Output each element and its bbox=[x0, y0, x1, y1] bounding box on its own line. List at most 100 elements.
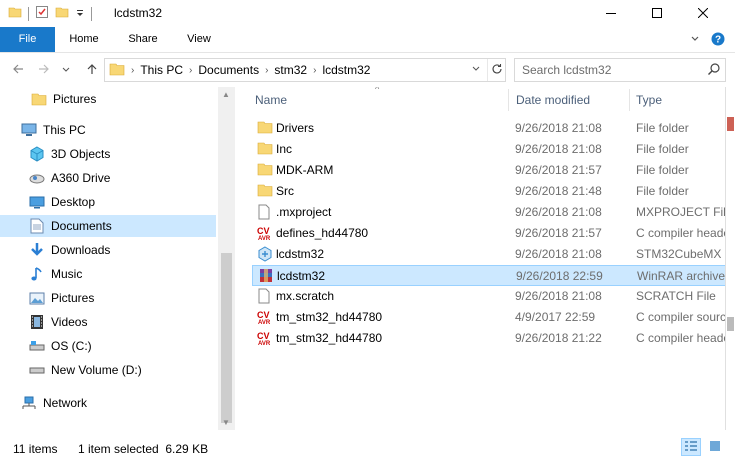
title-bar: lcdstm32 bbox=[0, 0, 735, 27]
forward-button[interactable] bbox=[36, 62, 52, 78]
column-divider[interactable] bbox=[508, 89, 509, 111]
file-date: 9/26/2018 21:08 bbox=[515, 121, 602, 135]
file-name: lcdstm32 bbox=[276, 247, 325, 261]
search-input[interactable] bbox=[515, 59, 705, 81]
file-date: 9/26/2018 21:57 bbox=[515, 226, 602, 240]
nav-item-network[interactable]: Network bbox=[0, 392, 216, 414]
details-view-button[interactable] bbox=[681, 438, 701, 456]
item-count: 11 items bbox=[13, 442, 58, 456]
nav-item-label: OS (C:) bbox=[51, 339, 92, 353]
drive-icon bbox=[29, 362, 45, 378]
column-header-name[interactable]: Name bbox=[255, 87, 287, 113]
file-row-mxproject[interactable]: .mxproject 9/26/2018 21:08 MXPROJECT Fil… bbox=[252, 202, 725, 223]
nav-item-documents[interactable]: Documents bbox=[0, 215, 216, 237]
search-box[interactable] bbox=[514, 58, 726, 82]
nav-pane-scrollbar[interactable]: ▲ ▼ bbox=[218, 87, 235, 430]
file-type: STM32CubeMX bbox=[636, 247, 722, 261]
nav-item-desktop[interactable]: Desktop bbox=[0, 191, 216, 213]
nav-item-pictures-quick[interactable]: Pictures bbox=[0, 88, 216, 110]
file-name: defines_hd44780 bbox=[276, 226, 369, 240]
chevron-right-icon[interactable]: › bbox=[131, 65, 134, 76]
breadcrumb-lcdstm32[interactable]: lcdstm32 bbox=[322, 63, 370, 77]
file-row-lcdstm32-ioc[interactable]: lcdstm32 9/26/2018 21:08 STM32CubeMX bbox=[252, 244, 725, 265]
nav-item-new-volume-d[interactable]: New Volume (D:) bbox=[0, 359, 216, 381]
column-divider[interactable] bbox=[629, 89, 630, 111]
expand-ribbon-button[interactable] bbox=[690, 33, 700, 47]
svg-text:AVR: AVR bbox=[258, 341, 271, 346]
folder-icon bbox=[31, 91, 47, 107]
nav-item-label: New Volume (D:) bbox=[51, 363, 142, 377]
address-bar[interactable]: › This PC › Documents › stm32 › lcdstm32 bbox=[104, 58, 506, 82]
nav-item-label: Videos bbox=[51, 315, 88, 329]
c-header-icon: CV AVR bbox=[257, 330, 273, 347]
file-row-tm-stm32-hd44780-h[interactable]: CV AVR tm_stm32_hd44780 9/26/2018 21:22 C… bbox=[252, 328, 725, 349]
file-row-mdk-arm[interactable]: MDK-ARM 9/26/2018 21:57 File folder bbox=[252, 160, 725, 181]
file-type: C compiler header bbox=[636, 226, 725, 240]
back-button[interactable] bbox=[10, 62, 26, 78]
scroll-down-icon[interactable]: ▼ bbox=[222, 418, 230, 427]
search-icon[interactable] bbox=[707, 62, 721, 79]
computer-icon bbox=[21, 122, 37, 138]
maximize-button[interactable] bbox=[634, 0, 680, 27]
new-folder-icon[interactable] bbox=[55, 5, 69, 22]
address-dropdown-button[interactable] bbox=[467, 59, 485, 81]
scroll-up-icon[interactable]: ▲ bbox=[222, 90, 230, 99]
up-button[interactable] bbox=[84, 62, 100, 78]
file-row-src[interactable]: Src 9/26/2018 21:48 File folder bbox=[252, 181, 725, 202]
properties-icon[interactable] bbox=[35, 5, 49, 22]
file-row-inc[interactable]: Inc 9/26/2018 21:08 File folder bbox=[252, 139, 725, 160]
nav-item-this-pc[interactable]: This PC bbox=[0, 119, 216, 141]
large-icons-view-button[interactable] bbox=[705, 438, 725, 456]
svg-text:AVR: AVR bbox=[258, 320, 271, 325]
nav-item-videos[interactable]: Videos bbox=[0, 311, 216, 333]
close-button[interactable] bbox=[680, 0, 726, 27]
chevron-right-icon[interactable]: › bbox=[189, 65, 192, 76]
file-name: Drivers bbox=[276, 121, 314, 135]
file-row-drivers[interactable]: Drivers 9/26/2018 21:08 File folder bbox=[252, 118, 725, 139]
blank-file-icon bbox=[257, 288, 273, 304]
tab-view[interactable]: View bbox=[173, 27, 225, 52]
breadcrumb: › This PC › Documents › stm32 › lcdstm32 bbox=[109, 59, 370, 81]
minimize-button[interactable] bbox=[588, 0, 634, 27]
nav-item-a360-drive[interactable]: A360 Drive bbox=[0, 167, 216, 189]
breadcrumb-documents[interactable]: Documents bbox=[198, 63, 259, 77]
nav-item-music[interactable]: Music bbox=[0, 263, 216, 285]
file-row-lcdstm32-rar[interactable]: lcdstm32 9/26/2018 22:59 WinRAR archive bbox=[252, 265, 725, 286]
nav-item-pictures[interactable]: Pictures bbox=[0, 287, 216, 309]
nav-item-label: Desktop bbox=[51, 195, 96, 209]
nav-item-3d-objects[interactable]: 3D Objects bbox=[0, 143, 216, 165]
downloads-icon bbox=[29, 242, 45, 258]
column-header-date[interactable]: Date modified bbox=[516, 87, 590, 113]
customize-toolbar-icon[interactable] bbox=[75, 7, 85, 21]
nav-item-label: A360 Drive bbox=[51, 171, 111, 185]
tab-file[interactable]: File bbox=[0, 27, 55, 52]
tab-home[interactable]: Home bbox=[55, 27, 113, 52]
file-date: 9/26/2018 21:22 bbox=[515, 331, 602, 345]
nav-item-downloads[interactable]: Downloads bbox=[0, 239, 216, 261]
file-row-defines-hd44780[interactable]: CV AVR defines_hd44780 9/26/2018 21:57 C … bbox=[252, 223, 725, 244]
nav-item-label: This PC bbox=[43, 123, 86, 137]
breadcrumb-this-pc[interactable]: This PC bbox=[140, 63, 183, 77]
winrar-icon bbox=[258, 268, 274, 284]
chevron-right-icon[interactable]: › bbox=[265, 65, 268, 76]
videos-icon bbox=[29, 314, 45, 330]
file-name: mx.scratch bbox=[276, 289, 335, 303]
column-header-type[interactable]: Type bbox=[636, 87, 662, 113]
refresh-button[interactable] bbox=[487, 59, 505, 81]
breadcrumb-stm32[interactable]: stm32 bbox=[274, 63, 307, 77]
toolbar-separator bbox=[91, 6, 92, 21]
chevron-right-icon[interactable]: › bbox=[313, 65, 316, 76]
scrollbar-thumb[interactable] bbox=[221, 253, 232, 423]
file-row-tm-stm32-hd44780-c[interactable]: CV AVR tm_stm32_hd44780 4/9/2017 22:59 C … bbox=[252, 307, 725, 328]
file-date: 9/26/2018 22:59 bbox=[516, 269, 603, 283]
nav-item-os-c[interactable]: OS (C:) bbox=[0, 335, 216, 357]
file-row-mx-scratch[interactable]: mx.scratch 9/26/2018 21:08 SCRATCH File bbox=[252, 286, 725, 307]
folder-icon bbox=[257, 183, 273, 199]
recent-locations-button[interactable] bbox=[60, 62, 72, 78]
tab-share[interactable]: Share bbox=[113, 27, 173, 52]
pictures-icon bbox=[29, 290, 45, 306]
help-button[interactable]: ? bbox=[711, 32, 725, 49]
blank-file-icon bbox=[257, 204, 273, 220]
file-date: 9/26/2018 21:08 bbox=[515, 205, 602, 219]
cloud-drive-icon bbox=[29, 170, 45, 186]
